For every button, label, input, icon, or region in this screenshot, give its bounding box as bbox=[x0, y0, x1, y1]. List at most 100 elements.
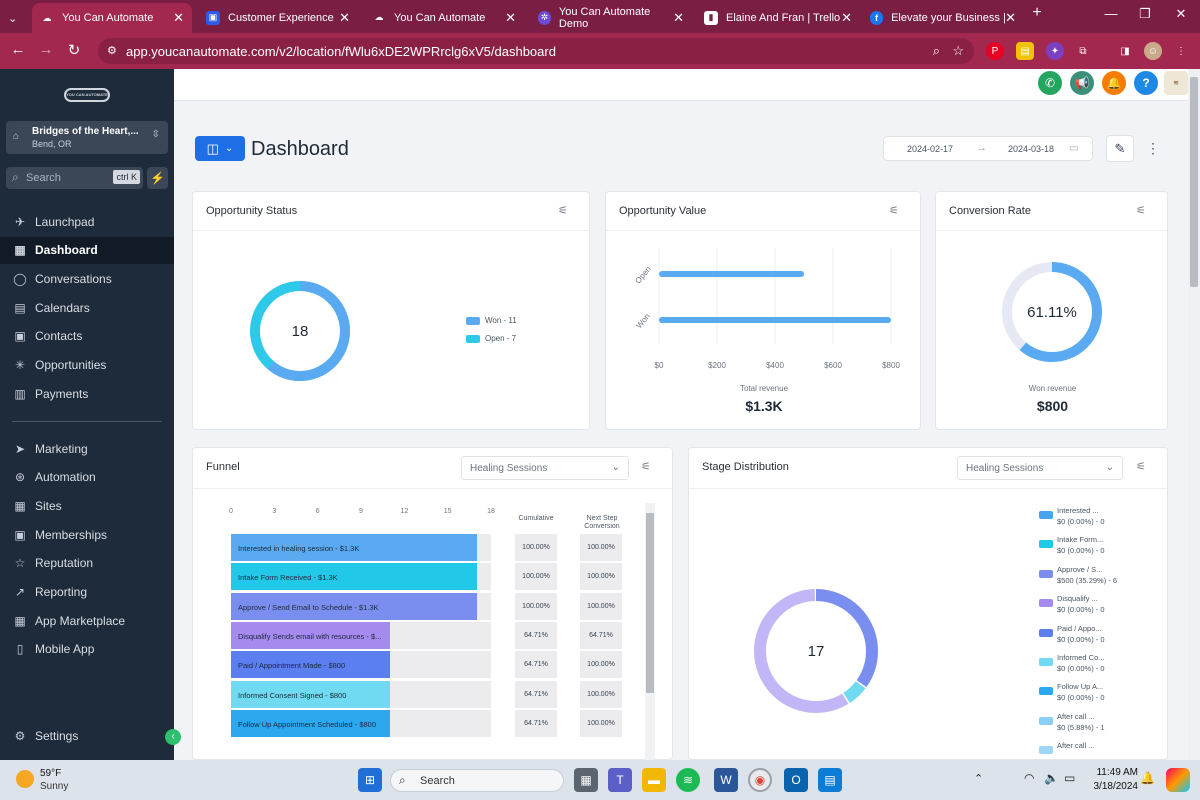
funnel-bar[interactable]: Disqualify Sends email with resources - … bbox=[231, 621, 390, 649]
sidebar-item-reporting[interactable]: ↗ Reporting bbox=[0, 579, 174, 606]
zoom-icon[interactable]: ⌕ bbox=[933, 43, 940, 59]
taskbar-search[interactable]: ⌕ Search bbox=[390, 769, 564, 792]
sidebar-item-marketing[interactable]: ➤ Marketing bbox=[0, 435, 174, 462]
help-icon[interactable]: ? bbox=[1134, 71, 1158, 95]
filter-icon[interactable]: ⚟ bbox=[1136, 204, 1146, 217]
tray-chevron-icon[interactable]: ⌃ bbox=[974, 772, 983, 785]
close-icon[interactable]: ✕ bbox=[173, 10, 184, 26]
sidebar-item-automation[interactable]: ⊛ Automation bbox=[0, 464, 174, 491]
more-options-icon[interactable]: ⋮ bbox=[1146, 140, 1160, 157]
task-view-icon[interactable]: ▦ bbox=[574, 768, 598, 792]
teams-icon[interactable]: T bbox=[608, 768, 632, 792]
minimize-button[interactable]: — bbox=[1096, 6, 1126, 21]
site-settings-icon[interactable]: ⚙ bbox=[107, 44, 117, 57]
notification-bell-icon[interactable]: 🔔 bbox=[1140, 771, 1155, 785]
quick-action-bolt-icon[interactable]: ⚡ bbox=[147, 167, 168, 189]
windows-start-icon[interactable]: ⊞ bbox=[358, 768, 382, 792]
store-icon[interactable]: ▤ bbox=[818, 768, 842, 792]
filter-icon[interactable]: ⚟ bbox=[641, 460, 651, 473]
sidebar-item-memberships[interactable]: ▣ Memberships bbox=[0, 521, 174, 548]
filter-icon[interactable]: ⚟ bbox=[558, 204, 568, 217]
reload-button[interactable]: ↻ bbox=[64, 41, 84, 59]
stage-pipeline-select[interactable]: Healing Sessions ⌄ bbox=[957, 456, 1123, 480]
sidebar-item-calendars[interactable]: ▤ Calendars bbox=[0, 294, 174, 321]
funnel-bar[interactable]: Approve / Send Email to Schedule - $1.3K bbox=[231, 592, 477, 620]
menu-kebab-icon[interactable]: ⋮ bbox=[1172, 42, 1190, 60]
account-avatar[interactable]: ≋ bbox=[1164, 71, 1188, 95]
bookmark-star-icon[interactable]: ☆ bbox=[952, 43, 964, 59]
legend-swatch bbox=[1039, 687, 1053, 696]
new-tab-button[interactable]: + bbox=[1022, 4, 1052, 22]
close-icon[interactable]: ✕ bbox=[339, 10, 350, 26]
sidebar-item-reputation[interactable]: ☆ Reputation bbox=[0, 550, 174, 577]
wifi-icon[interactable]: ◠ bbox=[1024, 771, 1034, 785]
cumulative-value: 100.00% bbox=[515, 534, 557, 561]
sidebar-item-dashboard[interactable]: ▦ Dashboard bbox=[0, 236, 174, 264]
filter-icon[interactable]: ⚟ bbox=[889, 204, 899, 217]
sidebar-item-sites[interactable]: ▦ Sites bbox=[0, 492, 174, 519]
tab-you-can-automate[interactable]: ☁ You Can Automate ✕ bbox=[364, 5, 524, 30]
volume-icon[interactable]: 🔈 bbox=[1044, 771, 1059, 785]
clock-time[interactable]: 11:49 AM bbox=[1082, 767, 1138, 778]
scrollbar-thumb[interactable] bbox=[1190, 77, 1198, 287]
tab-demo[interactable]: ✲ You Can Automate Demo ✕ bbox=[530, 5, 692, 30]
phone-icon[interactable]: ✆ bbox=[1038, 71, 1062, 95]
megaphone-icon[interactable]: 📢 bbox=[1070, 71, 1094, 95]
sidebar-item-launchpad[interactable]: ✈ Launchpad bbox=[0, 208, 174, 235]
sidebar-item-app-marketplace[interactable]: ▦ App Marketplace bbox=[0, 607, 174, 634]
location-switcher[interactable]: ⌂ Bridges of the Heart,... Bend, OR ⇳ bbox=[6, 121, 168, 154]
funnel-bar[interactable]: Interested in healing session - $1.3K bbox=[231, 534, 477, 561]
edit-dashboard-button[interactable]: ✎ bbox=[1106, 135, 1134, 162]
next-step-value: 100.00% bbox=[580, 651, 622, 679]
extension-badge-icon[interactable]: ✦ bbox=[1046, 42, 1064, 60]
funnel-scrollbar[interactable] bbox=[645, 503, 655, 761]
funnel-bar[interactable]: Follow Up Appointment Scheduled - $800 bbox=[231, 709, 390, 737]
sidebar-item-opportunities[interactable]: ✳ Opportunities bbox=[0, 352, 174, 379]
bell-icon[interactable]: 🔔 bbox=[1102, 71, 1126, 95]
dashboard-switcher-button[interactable]: ◫ ⌄ bbox=[195, 136, 245, 161]
tab-you-can-automate-active[interactable]: ☁ You Can Automate ✕ bbox=[32, 3, 192, 33]
date-range-picker[interactable]: 2024-02-17 → 2024-03-18 ▭ bbox=[883, 136, 1093, 161]
funnel-scroll-thumb[interactable] bbox=[646, 513, 654, 693]
close-icon[interactable]: ✕ bbox=[505, 10, 516, 26]
sidebar-item-contacts[interactable]: ▣ Contacts bbox=[0, 323, 174, 350]
spotify-icon[interactable]: ≋ bbox=[676, 768, 700, 792]
close-icon[interactable]: ✕ bbox=[1005, 10, 1016, 26]
tab-facebook[interactable]: f Elevate your Business | Fa ✕ bbox=[862, 5, 1024, 30]
profile-avatar[interactable]: ☺ bbox=[1144, 42, 1162, 60]
collapse-sidebar-button[interactable]: ‹ bbox=[165, 729, 181, 745]
tab-list-button[interactable]: ⌄ bbox=[4, 6, 21, 31]
pinterest-icon[interactable]: P bbox=[986, 42, 1004, 60]
funnel-bar[interactable]: Paid / Appointment Made - $800 bbox=[231, 651, 390, 679]
chevron-down-icon: ⌄ bbox=[1105, 462, 1114, 473]
outlook-icon[interactable]: O bbox=[784, 768, 808, 792]
close-window-button[interactable]: ✕ bbox=[1166, 6, 1196, 22]
tab-customer-experience[interactable]: ▣ Customer Experience ✕ bbox=[198, 5, 358, 30]
funnel-bar[interactable]: Informed Consent Signed - $800 bbox=[231, 680, 390, 708]
tab-trello[interactable]: ▮ Elaine And Fran | Trello ✕ bbox=[696, 5, 860, 30]
close-icon[interactable]: ✕ bbox=[673, 10, 684, 26]
file-explorer-icon[interactable]: ▬ bbox=[642, 768, 666, 792]
page-scrollbar[interactable] bbox=[1188, 69, 1200, 760]
address-bar[interactable]: ⚙ app.youcanautomate.com/v2/location/fWl… bbox=[98, 38, 974, 64]
back-button[interactable]: ← bbox=[8, 41, 28, 58]
funnel-pipeline-select[interactable]: Healing Sessions ⌄ bbox=[461, 456, 629, 480]
filter-icon[interactable]: ⚟ bbox=[1136, 460, 1146, 473]
clock-date[interactable]: 3/18/2024 bbox=[1082, 781, 1139, 792]
side-panel-icon[interactable]: ◨ bbox=[1116, 42, 1134, 60]
sidebar-item-conversations[interactable]: ◯ Conversations bbox=[0, 265, 174, 292]
sidebar-search[interactable]: ⌕ Search ctrl K bbox=[6, 167, 143, 189]
funnel-bar[interactable]: Intake Form Received - $1.3K bbox=[231, 563, 477, 591]
close-icon[interactable]: ✕ bbox=[841, 10, 852, 26]
forward-button[interactable]: → bbox=[36, 41, 56, 58]
word-icon[interactable]: W bbox=[714, 768, 738, 792]
sidebar-item-settings[interactable]: ⚙ Settings bbox=[0, 722, 174, 749]
sidebar-item-payments[interactable]: ▥ Payments bbox=[0, 380, 174, 407]
chrome-icon[interactable]: ◉ bbox=[748, 768, 772, 792]
copilot-icon[interactable] bbox=[1166, 768, 1190, 792]
extension-icon[interactable]: ▤ bbox=[1016, 42, 1034, 60]
maximize-button[interactable]: ❐ bbox=[1130, 6, 1160, 22]
battery-icon[interactable]: ▭ bbox=[1064, 771, 1075, 785]
sidebar-item-mobile-app[interactable]: ▯ Mobile App bbox=[0, 636, 174, 663]
extensions-puzzle-icon[interactable]: ⧉ bbox=[1074, 42, 1092, 60]
